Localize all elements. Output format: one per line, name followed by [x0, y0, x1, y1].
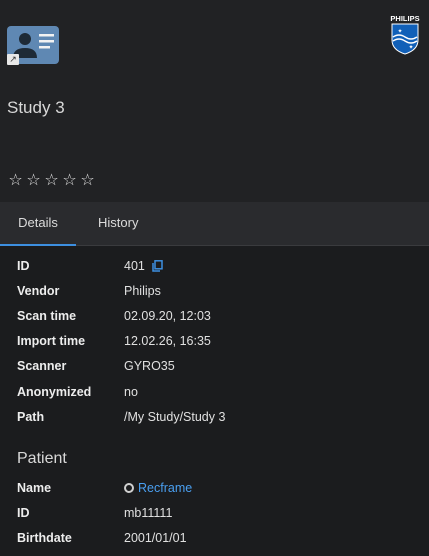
- star-3-icon[interactable]: ☆: [43, 170, 60, 189]
- circle-icon: [124, 483, 134, 493]
- patient-name-value: Recframe: [124, 480, 192, 496]
- patient-id-label: ID: [17, 506, 30, 520]
- import-time-value: 12.02.26, 16:35: [124, 334, 211, 348]
- anonymized-label: Anonymized: [17, 385, 92, 399]
- shortcut-arrow-icon: ↗: [7, 54, 19, 65]
- tab-bar: Details History: [0, 202, 429, 246]
- anonymized-value: no: [124, 385, 138, 399]
- study-header: ↗ PHILIPS ✦ ✦ Study 3 ☆ ☆ ☆ ☆ ☆: [0, 0, 429, 202]
- svg-text:✦: ✦: [408, 44, 413, 51]
- scan-time-value: 02.09.20, 12:03: [124, 309, 211, 323]
- import-time-label: Import time: [17, 334, 86, 348]
- star-5-icon[interactable]: ☆: [79, 170, 96, 189]
- path-label: Path: [17, 410, 45, 424]
- study-title: Study 3: [7, 98, 65, 117]
- birthdate-value: 2001/01/01: [124, 531, 187, 545]
- scanner-label: Scanner: [17, 359, 67, 373]
- scanner-value: GYRO35: [124, 359, 175, 373]
- patient-id-value: mb11111: [124, 506, 173, 520]
- star-2-icon[interactable]: ☆: [25, 170, 42, 189]
- vendor-label: Vendor: [17, 284, 60, 298]
- copy-icon[interactable]: [152, 260, 163, 272]
- svg-text:✦: ✦: [397, 28, 402, 35]
- star-1-icon[interactable]: ☆: [7, 170, 24, 189]
- patient-name-label: Name: [17, 481, 52, 495]
- vendor-value: Philips: [124, 284, 161, 298]
- patient-heading: Patient: [17, 450, 67, 467]
- birthdate-label: Birthdate: [17, 531, 72, 545]
- svg-text:PHILIPS: PHILIPS: [390, 14, 419, 23]
- scan-time-label: Scan time: [17, 309, 77, 323]
- tab-details[interactable]: Details: [0, 202, 76, 246]
- id-value: 401: [124, 259, 145, 273]
- patient-name-link[interactable]: Recframe: [138, 481, 192, 495]
- rating-stars[interactable]: ☆ ☆ ☆ ☆ ☆: [7, 170, 96, 189]
- philips-logo: PHILIPS ✦ ✦: [387, 13, 423, 55]
- id-label: ID: [17, 259, 30, 273]
- tab-history[interactable]: History: [98, 202, 138, 245]
- star-4-icon[interactable]: ☆: [61, 170, 78, 189]
- path-value: /My Study/Study 3: [124, 410, 226, 424]
